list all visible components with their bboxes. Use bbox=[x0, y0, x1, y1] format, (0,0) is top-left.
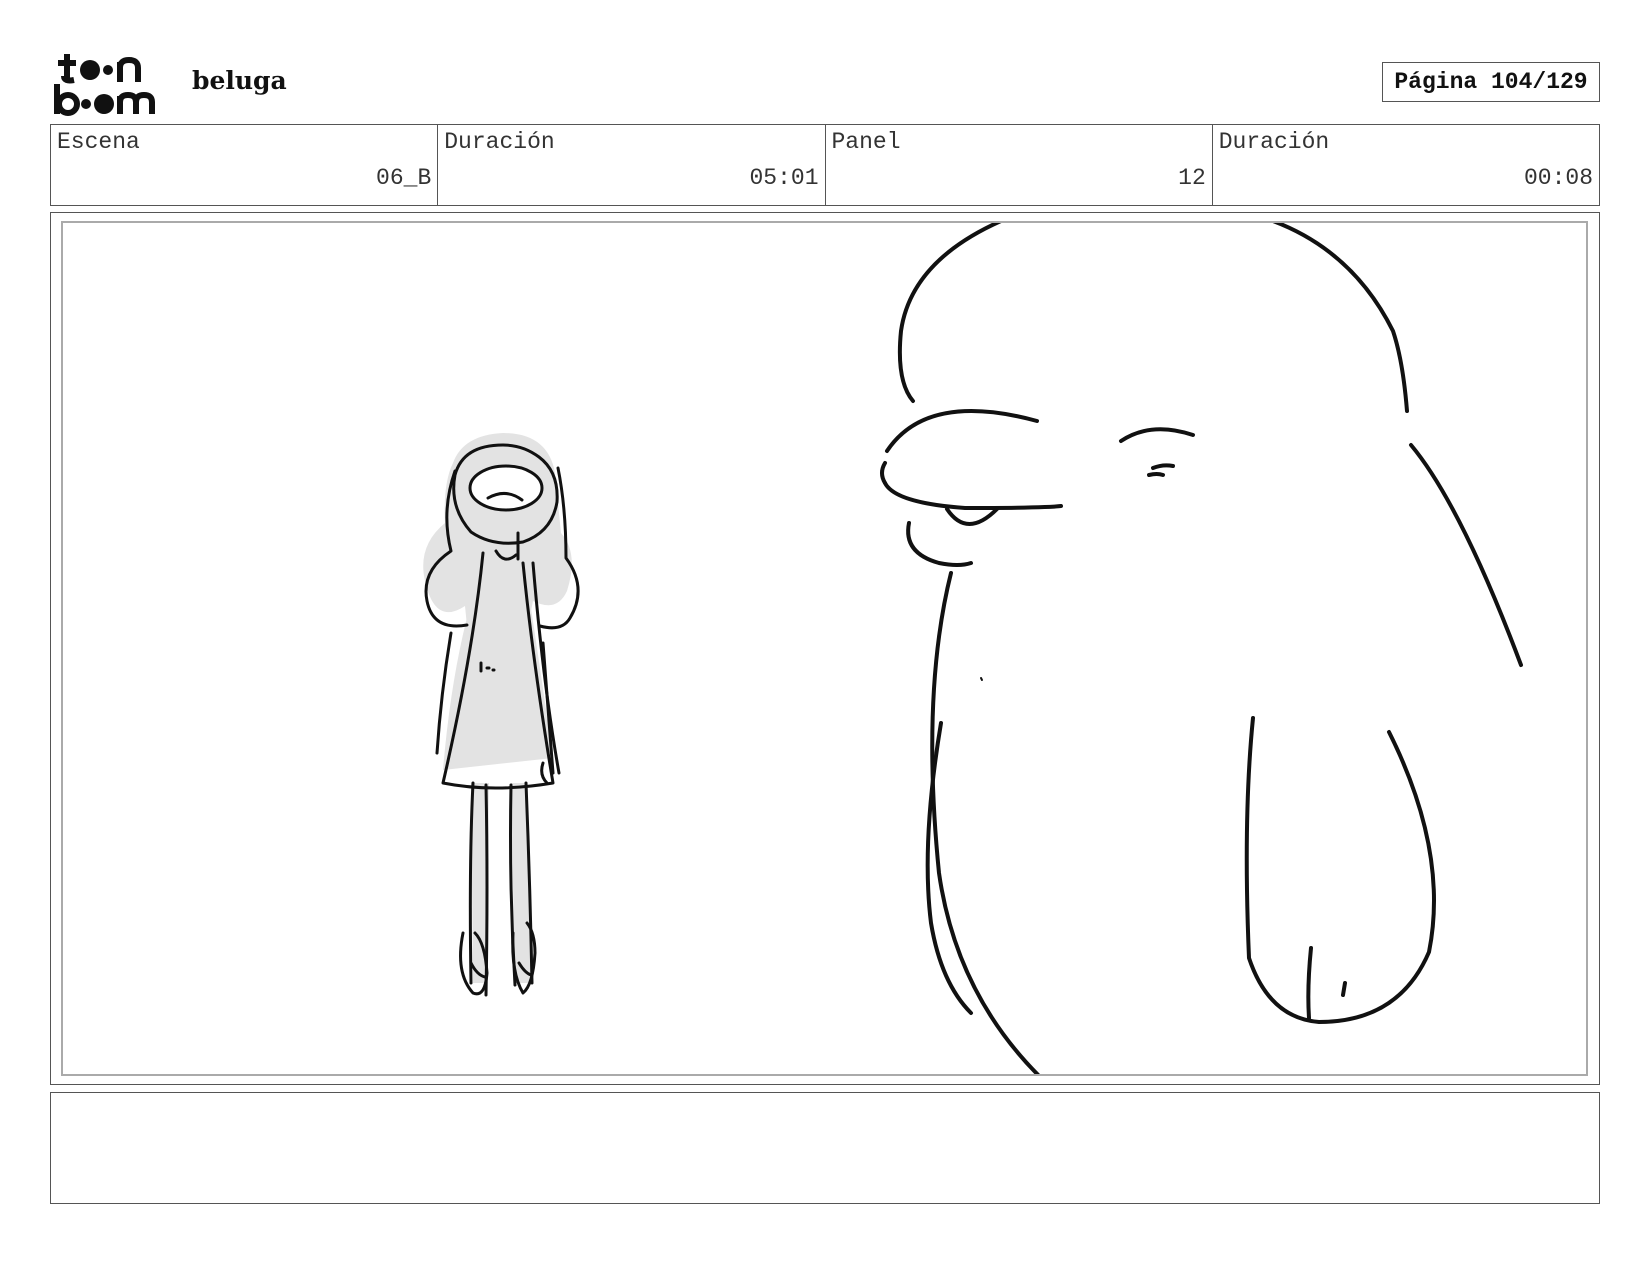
beluga-sketch bbox=[880, 223, 1523, 1074]
toon-boom-logo bbox=[52, 52, 172, 116]
scene-value: 06_B bbox=[376, 165, 432, 191]
project-title: beluga bbox=[192, 66, 287, 95]
scene-label: Escena bbox=[57, 129, 140, 155]
panel-notes bbox=[50, 1092, 1600, 1204]
page-number: Página 104/129 bbox=[1382, 62, 1600, 102]
scene-info-row: Escena 06_B Duración 05:01 Panel 12 Dura… bbox=[50, 124, 1600, 206]
panel-label: Panel bbox=[831, 129, 901, 155]
panel-duration-cell: Duración 00:08 bbox=[1213, 125, 1599, 205]
scene-duration-label: Duración bbox=[444, 129, 555, 155]
scene-cell: Escena 06_B bbox=[51, 125, 439, 205]
scene-duration-cell: Duración 05:01 bbox=[438, 125, 826, 205]
storyboard-panel bbox=[50, 212, 1600, 1085]
panel-image bbox=[61, 221, 1588, 1076]
panel-duration-label: Duración bbox=[1218, 129, 1330, 155]
panel-duration-value: 00:08 bbox=[1523, 165, 1593, 191]
girl-sketch bbox=[423, 433, 580, 997]
scene-duration-value: 05:01 bbox=[749, 165, 819, 191]
panel-value: 12 bbox=[1178, 165, 1206, 191]
panel-cell: Panel 12 bbox=[826, 125, 1213, 205]
